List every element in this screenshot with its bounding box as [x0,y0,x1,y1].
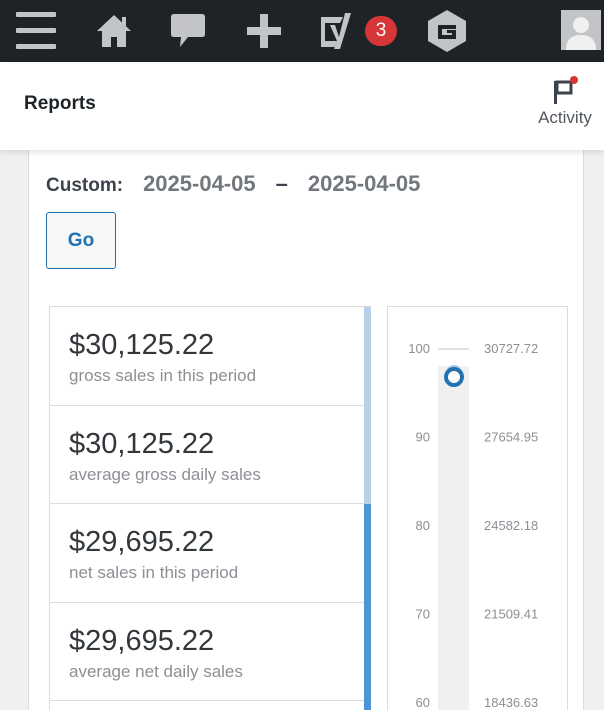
right-tick-label: 24582.18 [484,518,538,533]
report-panel: Custom: 2025-04-05 – 2025-04-05 Go $30,1… [28,148,584,710]
stat-label: gross sales in this period [69,366,257,385]
add-new-icon[interactable] [242,0,286,62]
stats-list: $30,125.22 gross sales in this period $3… [49,306,371,710]
avatar[interactable] [561,10,601,50]
stat-label: net sales in this period [69,563,239,582]
activity-button[interactable]: Activity [528,76,602,128]
stat-item[interactable]: $29,695.22 average net daily sales [50,603,370,701]
page-header: Reports Activity [0,62,604,150]
stat-value: $29,695.22 [69,624,215,657]
yoast-icon[interactable] [316,0,356,62]
gravity-forms-icon[interactable] [423,0,471,62]
chart-point [444,367,464,387]
stat-item[interactable]: $29,695.22 net sales in this period [50,504,370,603]
activity-label: Activity [538,108,592,127]
stat-value: $30,125.22 [69,427,215,460]
date-from-field[interactable]: 2025-04-05 [143,171,256,197]
menu-icon[interactable] [14,0,58,62]
series-color-bar [364,307,371,710]
left-tick-label: 100 [408,341,430,356]
flag-icon [551,76,579,106]
admin-bar: 3 [0,0,604,62]
notification-badge[interactable]: 3 [365,16,397,46]
left-tick-label: 60 [416,695,430,710]
stat-item[interactable]: $30,125.22 gross sales in this period [50,307,370,406]
stat-label: average gross daily sales [69,464,261,484]
chart-svg: 100 90 80 70 60 30727.72 27654.95 24582.18 21509… [408,341,538,710]
right-tick-label: 27654.95 [484,430,538,445]
right-tick-label: 30727.72 [484,341,538,356]
left-tick-label: 70 [416,607,430,622]
right-tick-label: 18436.63 [484,695,538,710]
home-icon[interactable] [94,0,134,62]
left-tick-label: 80 [416,518,430,533]
right-tick-label: 21509.41 [484,607,538,622]
custom-label: Custom: [46,175,124,196]
stat-item[interactable]: $30,125.22 average gross daily sales [50,406,370,504]
series-color-bar-fill [364,504,371,710]
chart-bar [438,366,469,710]
go-button[interactable]: Go [46,212,116,269]
date-to-field[interactable]: 2025-04-05 [308,171,421,197]
stat-label: average net daily sales [69,661,243,681]
date-range: Custom: 2025-04-05 – 2025-04-05 [46,171,420,197]
date-separator: – [275,171,288,196]
sales-chart: 100 90 80 70 60 30727.72 27654.95 24582.18 21509… [387,306,568,710]
stat-value: $30,125.22 [69,329,215,361]
comment-icon[interactable] [168,0,208,62]
stat-value: $29,695.22 [69,526,215,558]
page-title: Reports [24,93,96,114]
left-tick-label: 90 [416,430,430,445]
